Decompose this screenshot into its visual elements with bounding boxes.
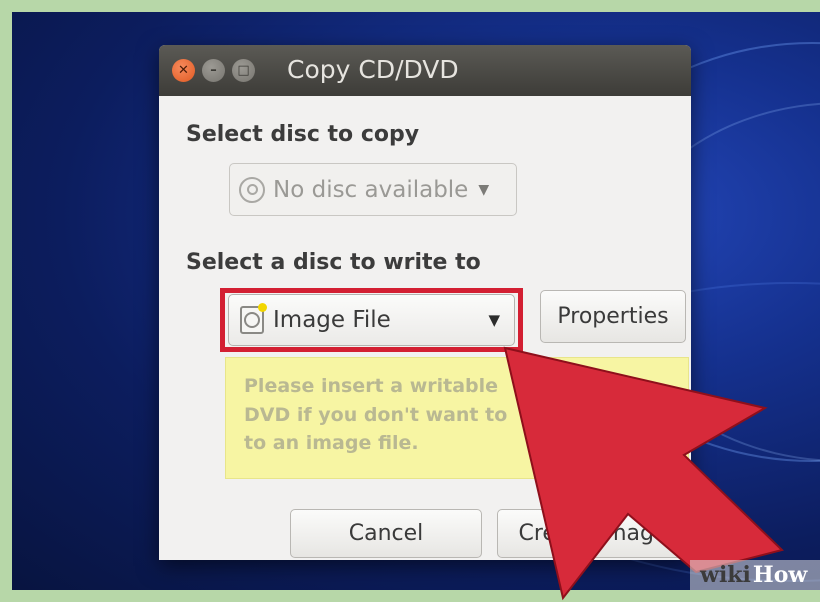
pointer-arrow-annotation xyxy=(503,346,784,601)
watermark-part2: How xyxy=(752,562,808,588)
watermark-logo: wiki How xyxy=(690,560,820,590)
watermark-part1: wiki xyxy=(700,562,751,588)
